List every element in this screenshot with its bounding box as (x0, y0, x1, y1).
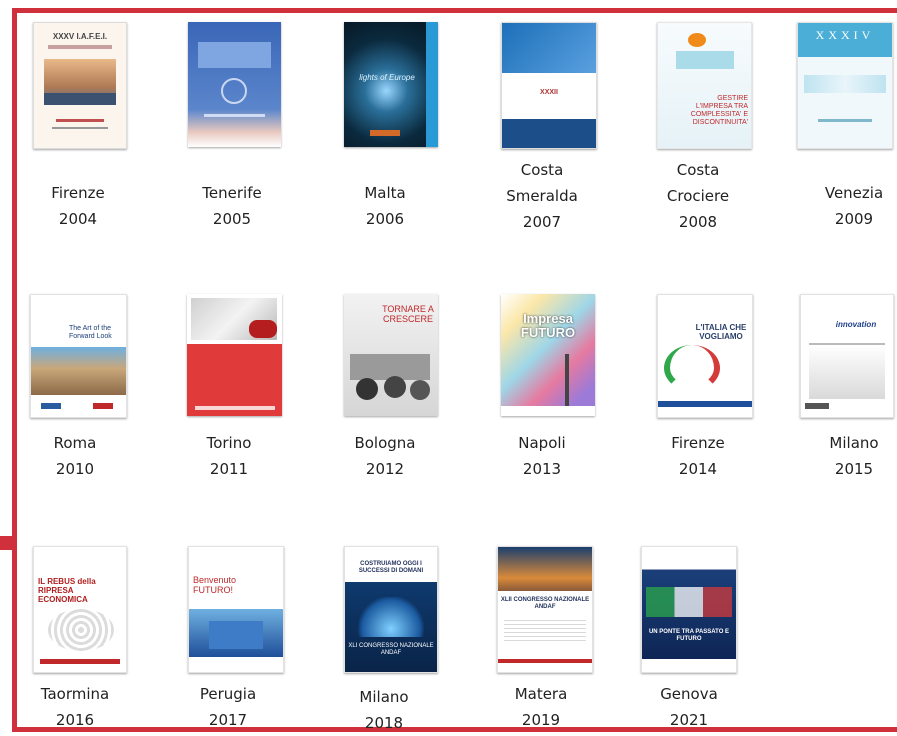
cover-title: XXXV I.A.F.E.I. (52, 32, 108, 41)
cover-milano-2018[interactable]: COSTRUIAMO OGGI I SUCCESSI DI DOMANI XLI… (344, 546, 438, 673)
caption-costa-smeralda-2007: Costa Smeralda 2007 (506, 161, 578, 231)
cover-title: COSTRUIAMO OGGI I SUCCESSI DI DOMANI (358, 561, 424, 574)
cover-costa-crociere-2008[interactable]: GESTIRE L'IMPRESA TRA COMPLESSITA' E DIS… (657, 22, 752, 149)
caption-perugia-2017: Perugia 2017 (199, 685, 257, 729)
cover-title: L'ITALIA CHE VOGLIAMO (695, 323, 747, 341)
cover-title: UN PONTE TRA PASSATO E FUTURO (648, 629, 730, 642)
cover-title: TORNARE A CRESCERE (382, 304, 434, 324)
cover-firenze-2014[interactable]: L'ITALIA CHE VOGLIAMO (657, 294, 753, 418)
caption-firenze-2004: Firenze 2004 (51, 184, 105, 228)
cover-roma-2010[interactable]: The Art of the Forward Look (30, 294, 127, 418)
cover-title: Impresa FUTURO (520, 311, 576, 340)
cover-tenerife-2005[interactable] (188, 22, 281, 147)
caption-torino-2011: Torino 2011 (206, 434, 252, 478)
cover-title: innovation (835, 320, 877, 329)
cover-costa-smeralda-2007[interactable]: XXXII (501, 22, 597, 149)
caption-venezia-2009: Venezia 2009 (824, 184, 884, 228)
caption-malta-2006: Malta 2006 (364, 184, 406, 228)
caption-taormina-2016: Taormina 2016 (40, 685, 110, 729)
cover-title: XLII CONGRESSO NAZIONALE ANDAF (500, 597, 590, 610)
frame-top-border (12, 8, 897, 13)
cover-perugia-2017[interactable]: Benvenuto FUTURO! (188, 546, 284, 673)
caption-genova-2021: Genova 2021 (660, 685, 718, 729)
caption-costa-crociere-2008: Costa Crociere 2008 (666, 161, 730, 231)
cover-title: Benvenuto FUTURO! (193, 575, 237, 595)
cover-firenze-2004[interactable]: XXXV I.A.F.E.I. (33, 22, 127, 149)
cover-milano-2015[interactable]: innovation (800, 294, 894, 418)
cover-title: lights of Europe (359, 73, 415, 82)
cover-bologna-2012[interactable]: TORNARE A CRESCERE (344, 294, 438, 416)
caption-firenze-2014: Firenze 2014 (671, 434, 725, 478)
cover-venezia-2009[interactable]: XXXIV (797, 22, 893, 149)
caption-bologna-2012: Bologna 2012 (354, 434, 416, 478)
cover-title: GESTIRE L'IMPRESA TRA COMPLESSITA' E DIS… (690, 95, 748, 126)
caption-roma-2010: Roma 2010 (53, 434, 97, 478)
frame-left-border (12, 8, 17, 732)
caption-milano-2015: Milano 2015 (829, 434, 879, 478)
frame-side-tab (0, 536, 14, 550)
cover-malta-2006[interactable]: lights of Europe (344, 22, 438, 147)
cover-matera-2019[interactable]: XLII CONGRESSO NAZIONALE ANDAF (497, 546, 593, 673)
cover-subtitle: XLI CONGRESSO NAZIONALE ANDAF (348, 643, 434, 656)
caption-matera-2019: Matera 2019 (514, 685, 568, 729)
cover-torino-2011[interactable] (187, 294, 282, 416)
cover-title: IL REBUS della RIPRESA ECONOMICA (38, 577, 96, 604)
caption-napoli-2013: Napoli 2013 (518, 434, 566, 478)
cover-genova-2021[interactable]: UN PONTE TRA PASSATO E FUTURO (641, 546, 737, 673)
cover-taormina-2016[interactable]: IL REBUS della RIPRESA ECONOMICA (33, 546, 127, 673)
cover-title: XXXII (540, 89, 558, 96)
cover-title: XXXIV (815, 28, 875, 42)
caption-tenerife-2005: Tenerife 2005 (202, 184, 262, 228)
cover-napoli-2013[interactable]: Impresa FUTURO (501, 294, 595, 416)
caption-milano-2018: Milano 2018 (359, 688, 409, 732)
cover-title: The Art of the Forward Look (69, 325, 112, 340)
